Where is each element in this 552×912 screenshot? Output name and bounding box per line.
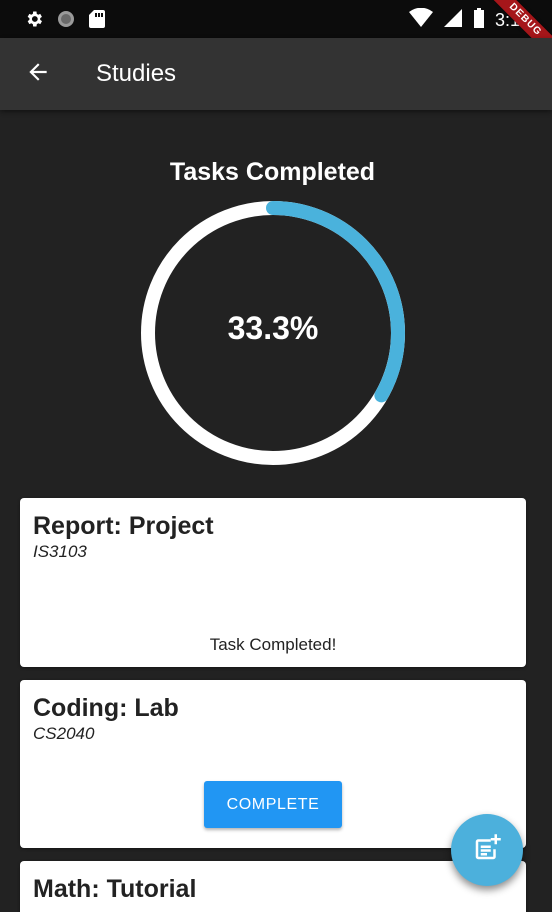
back-button[interactable]: [18, 54, 58, 94]
status-bar: 3:18 DEBUG: [0, 0, 552, 65]
task-title: Report: Project: [33, 512, 214, 540]
battery-icon: [473, 8, 485, 33]
task-status: Task Completed!: [209, 635, 337, 654]
task-card: Coding: Lab CS2040 COMPLETE: [20, 680, 526, 848]
task-card: Math: Tutorial: [20, 861, 526, 912]
signal-icon: [443, 8, 463, 33]
progress-title: Tasks Completed: [169, 158, 376, 186]
progress-percent: 33.3%: [227, 310, 319, 346]
task-card: Report: Project IS3103 Task Completed!: [20, 498, 526, 667]
sd-card-icon: [88, 9, 106, 34]
page-title: Studies: [96, 60, 177, 87]
task-code: CS2040: [33, 724, 95, 743]
app-screen: 3:18 DEBUG Studies Tasks Completed 33.3%…: [0, 0, 552, 912]
complete-button[interactable]: COMPLETE: [204, 781, 342, 828]
arrow-back-icon: [25, 59, 51, 90]
task-title: Coding: Lab: [33, 694, 179, 722]
app-bar: Studies: [0, 38, 552, 110]
add-note-icon: [472, 833, 502, 868]
gear-icon: [24, 9, 44, 34]
wifi-icon: [408, 7, 433, 33]
circle-icon: [56, 9, 76, 34]
task-code: IS3103: [33, 542, 87, 561]
task-title: Math: Tutorial: [33, 875, 197, 903]
add-task-fab[interactable]: [451, 814, 523, 886]
